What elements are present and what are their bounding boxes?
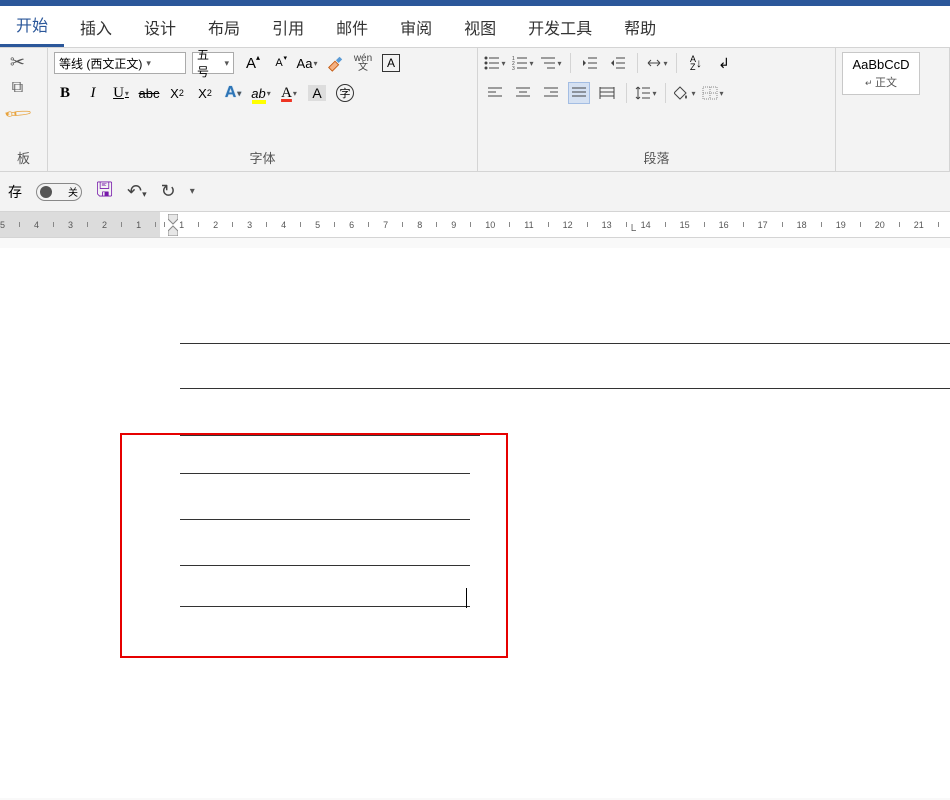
clipboard-group: ✂ ⧉ 🖌 板 <box>0 48 48 171</box>
enclose-characters-button[interactable]: 字 <box>334 82 356 104</box>
align-right-button[interactable] <box>540 82 562 104</box>
line-spacing-button[interactable]: ▾ <box>635 82 657 104</box>
font-size-combo[interactable]: 五号▾ <box>192 52 234 74</box>
increase-indent-button[interactable] <box>607 52 629 74</box>
tab-references[interactable]: 引用 <box>256 5 320 47</box>
style-name: 正文 <box>851 74 911 90</box>
tab-view[interactable]: 视图 <box>448 5 512 47</box>
text-effects-button[interactable]: A▾ <box>222 82 244 104</box>
borders-button[interactable]: ▾ <box>702 82 724 104</box>
page[interactable] <box>0 248 950 798</box>
bold-button[interactable]: B <box>54 82 76 104</box>
copy-icon[interactable]: ⧉ <box>12 79 23 97</box>
tab-mailings[interactable]: 邮件 <box>320 5 384 47</box>
show-marks-button[interactable]: ↲ <box>713 52 735 74</box>
character-shading-button[interactable]: A <box>306 82 328 104</box>
toggle-dot-icon <box>40 186 52 198</box>
font-name-combo[interactable]: 等线 (西文正文) ▾ <box>54 52 186 74</box>
styles-group: AaBbCcD 正文 <box>836 48 950 171</box>
align-distributed-button[interactable] <box>596 82 618 104</box>
qat-save-label: 存 <box>8 182 22 202</box>
font-color-button[interactable]: A▾ <box>278 82 300 104</box>
annotation-box <box>120 433 508 658</box>
tab-design[interactable]: 设计 <box>128 5 192 47</box>
italic-button[interactable]: I <box>82 82 104 104</box>
tab-stop-marker: └ <box>628 225 636 237</box>
shrink-font-button[interactable]: A▾ <box>268 52 290 74</box>
tab-help[interactable]: 帮助 <box>608 5 672 47</box>
sort-button[interactable]: AZ↓ <box>685 52 707 74</box>
change-case-button[interactable]: Aa▾ <box>296 52 318 74</box>
shading-button[interactable]: ▾ <box>674 82 696 104</box>
character-border-button[interactable]: A <box>380 52 402 74</box>
tab-review[interactable]: 审阅 <box>384 5 448 47</box>
multilevel-list-button[interactable]: ▾ <box>540 52 562 74</box>
font-group-label: 字体 <box>54 146 471 169</box>
phonetic-guide-button[interactable]: wén文 <box>352 52 374 74</box>
redo-button[interactable]: ↻ <box>161 181 176 202</box>
toggle-off-label: 关 <box>68 184 78 199</box>
clear-format-button[interactable] <box>324 52 346 74</box>
superscript-button[interactable]: X2 <box>194 82 216 104</box>
decrease-indent-button[interactable] <box>579 52 601 74</box>
align-left-button[interactable] <box>484 82 506 104</box>
align-justify-button[interactable] <box>568 82 590 104</box>
save-icon[interactable]: 🖫 <box>96 175 113 209</box>
quick-access-toolbar: 存 关 🖫 ↶▾ ↻ ▾ <box>0 172 950 212</box>
bullets-button[interactable]: ▾ <box>484 52 506 74</box>
horizontal-ruler[interactable]: 54321 └ 12345678910111213141516171819202… <box>0 212 950 238</box>
asian-layout-button[interactable]: ▾ <box>646 52 668 74</box>
underline-button[interactable]: U▾ <box>110 82 132 104</box>
paragraph-group-label: 段落 <box>484 146 829 169</box>
underline-line <box>180 343 950 344</box>
align-center-button[interactable] <box>512 82 534 104</box>
highlight-button[interactable]: ab▾ <box>250 82 272 104</box>
chevron-down-icon: ▾ <box>146 58 151 69</box>
document-area[interactable] <box>0 238 950 798</box>
subscript-button[interactable]: X2 <box>166 82 188 104</box>
cut-icon[interactable]: ✂ <box>10 52 25 73</box>
numbering-button[interactable]: 123▾ <box>512 52 534 74</box>
tab-developer[interactable]: 开发工具 <box>512 5 608 47</box>
ribbon: ✂ ⧉ 🖌 板 等线 (西文正文)▾ 五号▾ A▴ A▾ Aa▾ wén文 A <box>0 48 950 172</box>
style-normal[interactable]: AaBbCcD 正文 <box>842 52 920 95</box>
qat-customize-icon[interactable]: ▾ <box>190 186 195 197</box>
strikethrough-button[interactable]: abc <box>138 82 160 104</box>
ruler-margin-area: 54321 <box>0 212 160 237</box>
font-group: 等线 (西文正文)▾ 五号▾ A▴ A▾ Aa▾ wén文 A B I U▾ a… <box>48 48 478 171</box>
format-painter-icon[interactable]: 🖌 <box>2 98 33 129</box>
ruler-page-area: └ 12345678910111213141516171819202122232… <box>160 212 950 237</box>
ribbon-tabs: 开始 插入 设计 布局 引用 邮件 审阅 视图 开发工具 帮助 <box>0 6 950 48</box>
style-sample: AaBbCcD <box>851 57 911 72</box>
paragraph-group: ▾ 123▾ ▾ ▾ AZ↓ ↲ <box>478 48 836 171</box>
svg-text:3: 3 <box>512 66 515 70</box>
tab-layout[interactable]: 布局 <box>192 5 256 47</box>
autosave-toggle[interactable]: 关 <box>36 183 82 201</box>
clipboard-group-label: 板 <box>6 146 41 169</box>
tab-home[interactable]: 开始 <box>0 2 64 47</box>
tab-insert[interactable]: 插入 <box>64 5 128 47</box>
font-name-value: 等线 (西文正文) <box>59 55 142 72</box>
font-size-value: 五号 <box>197 48 220 80</box>
undo-button[interactable]: ↶▾ <box>127 181 147 202</box>
underline-line <box>180 388 950 389</box>
grow-font-button[interactable]: A▴ <box>240 52 262 74</box>
chevron-down-icon: ▾ <box>224 58 229 69</box>
